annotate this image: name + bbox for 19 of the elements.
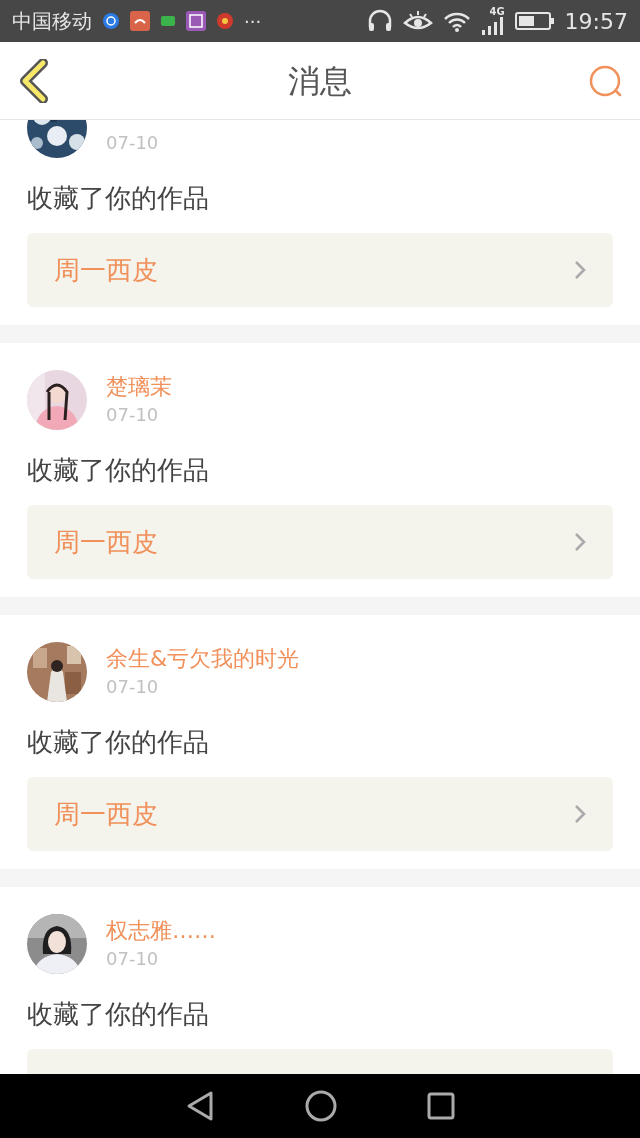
message-date: 07-10: [106, 403, 160, 427]
message-text: 收藏了你的作品: [27, 182, 210, 215]
work-link[interactable]: 周一西皮: [27, 505, 613, 579]
message-date: 07-10: [106, 947, 160, 971]
more-notifications-text: ···: [244, 9, 262, 34]
user-name[interactable]: 余生&亏欠我的时光: [106, 644, 300, 674]
user-name[interactable]: 权志雅……: [106, 916, 216, 946]
message-text: 收藏了你的作品: [27, 454, 210, 487]
message-date: 07-10: [106, 131, 159, 155]
work-link[interactable]: 周一西皮: [27, 233, 613, 307]
message-text: 收藏了你的作品: [27, 998, 210, 1031]
clock-text: 19:57: [564, 7, 628, 36]
page-title: 消息: [288, 60, 352, 102]
message-text: 收藏了你的作品: [27, 726, 210, 759]
carrier-name: 中国移动: [12, 8, 92, 35]
message-date: 07-10: [106, 675, 160, 699]
work-link[interactable]: 周一西皮: [27, 777, 613, 851]
network-type-text: 4G: [489, 7, 505, 17]
user-name[interactable]: 楚璃茉: [106, 372, 172, 402]
